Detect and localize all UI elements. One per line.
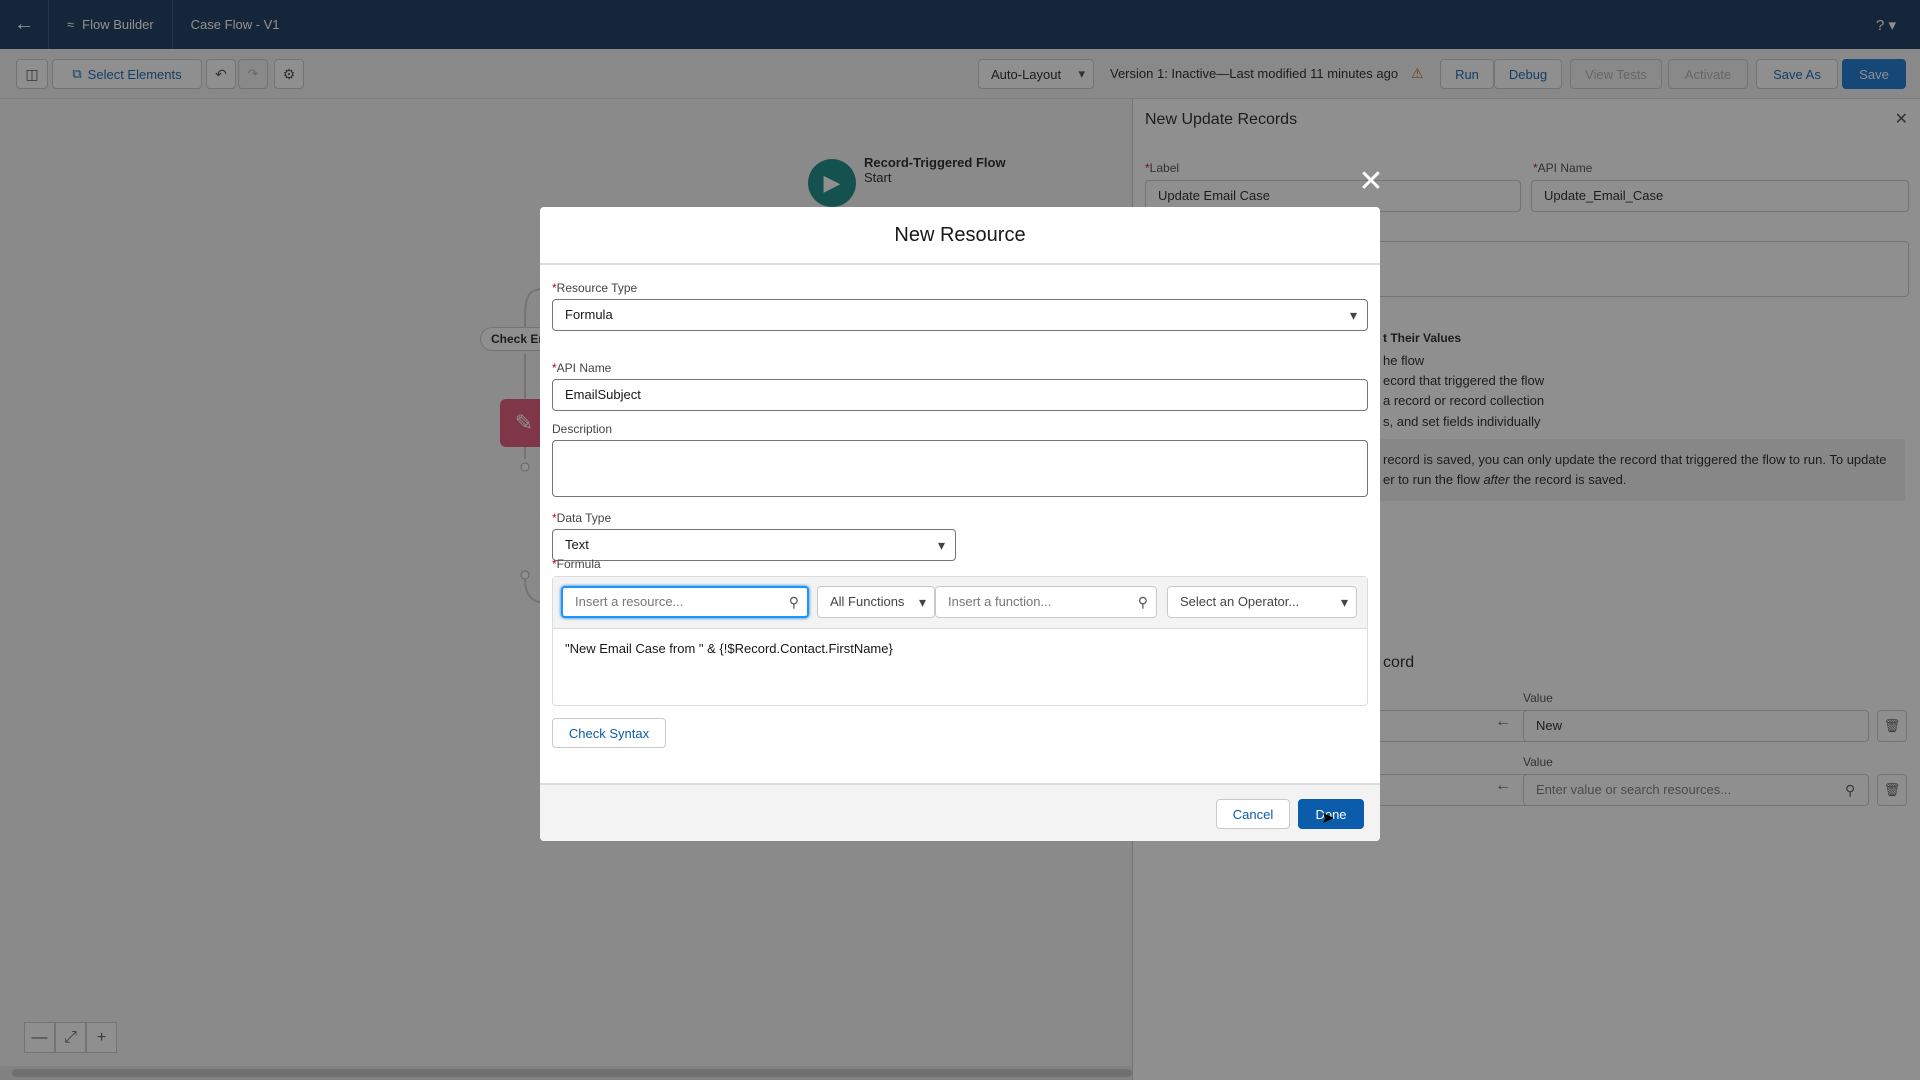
chevron-down-icon: ▾ [1340, 594, 1348, 610]
check-syntax-button[interactable]: Check Syntax [552, 718, 666, 748]
insert-function-placeholder: Insert a function... [948, 594, 1052, 609]
insert-function-input[interactable]: Insert a function... ⚲ [935, 586, 1157, 618]
formula-textarea[interactable]: "New Email Case from " & {!$Record.Conta… [565, 641, 893, 656]
resource-type-label: *Resource Type [552, 281, 638, 295]
formula-label: *Formula [552, 557, 601, 571]
description-label: Description [552, 422, 613, 436]
select-operator-select[interactable]: Select an Operator... ▾ [1167, 586, 1357, 618]
all-functions-label: All Functions [830, 594, 905, 609]
description-textarea[interactable] [552, 440, 1368, 497]
cancel-button[interactable]: Cancel [1216, 799, 1290, 829]
search-icon: ⚲ [788, 594, 799, 610]
select-operator-label: Select an Operator... [1180, 594, 1300, 609]
modal-body: *Resource Type Formula *API Name EmailSu… [540, 265, 1380, 781]
insert-resource-input[interactable]: Insert a resource... ⚲ [561, 586, 809, 618]
search-icon: ⚲ [1137, 594, 1148, 610]
api-name-input[interactable]: EmailSubject [552, 379, 1368, 411]
new-resource-modal: New Resource *Resource Type Formula *API… [540, 207, 1380, 841]
formula-editor: Insert a resource... ⚲ All Functions ▾ I… [552, 576, 1368, 706]
chevron-down-icon: ▾ [918, 594, 926, 610]
data-type-label: *Data Type [552, 511, 612, 525]
resource-type-select[interactable]: Formula [552, 299, 1368, 331]
data-type-select[interactable]: Text [552, 529, 956, 561]
insert-resource-placeholder: Insert a resource... [575, 594, 684, 609]
api-name-label: *API Name [552, 361, 612, 375]
modal-footer: Cancel Done [540, 783, 1380, 841]
mouse-pointer-icon: ➤ [1321, 810, 1335, 827]
formula-toolbar: Insert a resource... ⚲ All Functions ▾ I… [553, 577, 1367, 629]
modal-close-icon[interactable]: ✕ [1356, 167, 1386, 198]
all-functions-select[interactable]: All Functions ▾ [817, 586, 935, 618]
modal-title: New Resource [540, 207, 1380, 265]
